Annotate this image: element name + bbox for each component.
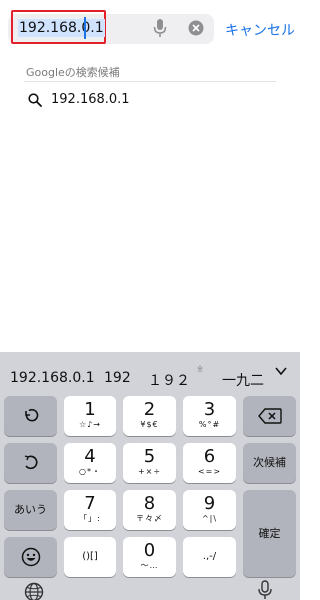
key-digit: 4 bbox=[84, 446, 96, 467]
key-1[interactable]: 1 ☆♪→ bbox=[64, 396, 116, 436]
reverse-key[interactable] bbox=[4, 443, 57, 483]
search-bar: 192.168.0.1 キャンセル bbox=[0, 0, 300, 58]
suggestions-section-title: Googleの検索候補 bbox=[26, 66, 120, 79]
key-5[interactable]: 5 +×÷ bbox=[123, 443, 176, 483]
key-symbols: 「」: bbox=[79, 514, 101, 523]
candidate-item[interactable]: 192 bbox=[104, 370, 131, 386]
key-digit: 6 bbox=[203, 446, 216, 467]
clear-icon[interactable] bbox=[188, 20, 204, 36]
key-digit: 0 bbox=[143, 540, 156, 561]
next-candidate-key[interactable]: 次候補 bbox=[243, 443, 296, 483]
text-caret bbox=[84, 17, 86, 39]
key-symbols: +×÷ bbox=[137, 467, 162, 476]
chevron-down-icon[interactable] bbox=[274, 364, 288, 378]
fullwidth-hint: 全 bbox=[197, 366, 204, 373]
key-symbols: ☆♪→ bbox=[79, 420, 101, 429]
candidate-item[interactable]: 一九二 bbox=[222, 370, 264, 390]
candidate-item[interactable]: 192.168.0.1 bbox=[10, 370, 95, 386]
key-brackets[interactable]: ()[] bbox=[64, 537, 116, 577]
candidate-item[interactable]: １９２ bbox=[148, 370, 190, 390]
microphone-icon[interactable] bbox=[152, 18, 168, 38]
reverse-icon bbox=[24, 455, 38, 470]
candidate-bar: 192.168.0.1 192 １９２ 全 一九二 bbox=[0, 352, 300, 392]
cancel-button[interactable]: キャンセル bbox=[225, 20, 295, 40]
key-2[interactable]: 2 ¥$€ bbox=[123, 396, 176, 436]
undo-icon bbox=[24, 408, 38, 422]
keyboard-bottom-bar bbox=[0, 576, 300, 600]
suggestion-text: 192.168.0.1 bbox=[51, 92, 130, 107]
delete-key[interactable] bbox=[243, 396, 296, 436]
key-punctuation[interactable]: .,-/ bbox=[183, 537, 236, 577]
key-0[interactable]: 0 〜… bbox=[123, 537, 176, 577]
emoji-icon bbox=[21, 547, 40, 567]
backspace-icon bbox=[257, 408, 282, 424]
search-input[interactable]: 192.168.0.1 bbox=[18, 19, 105, 37]
dictation-icon[interactable] bbox=[256, 580, 274, 600]
globe-icon[interactable] bbox=[24, 582, 44, 600]
key-digit: 3 bbox=[203, 399, 216, 420]
key-9[interactable]: 9 ^|\ bbox=[183, 490, 236, 530]
next-candidate-label: 次候補 bbox=[253, 456, 286, 469]
aiu-mode-key[interactable]: あいう bbox=[4, 490, 57, 530]
confirm-key[interactable]: 確定 bbox=[243, 490, 296, 577]
key-6[interactable]: 6 <=> bbox=[183, 443, 236, 483]
key-symbols: %°# bbox=[198, 420, 221, 429]
key-digit: 2 bbox=[143, 399, 156, 420]
key-punctuation-label: .,-/ bbox=[202, 551, 217, 562]
key-symbols: ^|\ bbox=[201, 514, 218, 523]
key-symbols: <=> bbox=[197, 467, 222, 476]
key-symbols: 〜… bbox=[140, 561, 159, 570]
key-digit: 5 bbox=[143, 446, 156, 467]
key-brackets-label: ()[] bbox=[82, 551, 98, 562]
emoji-key[interactable] bbox=[4, 537, 57, 577]
key-symbols: ○*・ bbox=[79, 467, 101, 476]
key-3[interactable]: 3 %°# bbox=[183, 396, 236, 436]
search-icon bbox=[28, 93, 42, 107]
confirm-label: 確定 bbox=[258, 527, 281, 540]
key-digit: 7 bbox=[84, 493, 96, 514]
key-symbols: 〒々〆 bbox=[136, 514, 163, 523]
key-7[interactable]: 7 「」: bbox=[64, 490, 116, 530]
key-8[interactable]: 8 〒々〆 bbox=[123, 490, 176, 530]
divider bbox=[24, 81, 276, 82]
key-digit: 8 bbox=[143, 493, 156, 514]
undo-key[interactable] bbox=[4, 396, 57, 436]
suggestion-item[interactable]: 192.168.0.1 bbox=[0, 86, 300, 114]
key-digit: 1 bbox=[84, 399, 96, 420]
keyboard: 192.168.0.1 192 １９２ 全 一九二 あいう 1 ☆♪→ 2 ¥$… bbox=[0, 352, 300, 600]
key-symbols: ¥$€ bbox=[140, 420, 159, 429]
key-4[interactable]: 4 ○*・ bbox=[64, 443, 116, 483]
key-digit: 9 bbox=[203, 493, 216, 514]
aiu-label: あいう bbox=[14, 503, 47, 516]
